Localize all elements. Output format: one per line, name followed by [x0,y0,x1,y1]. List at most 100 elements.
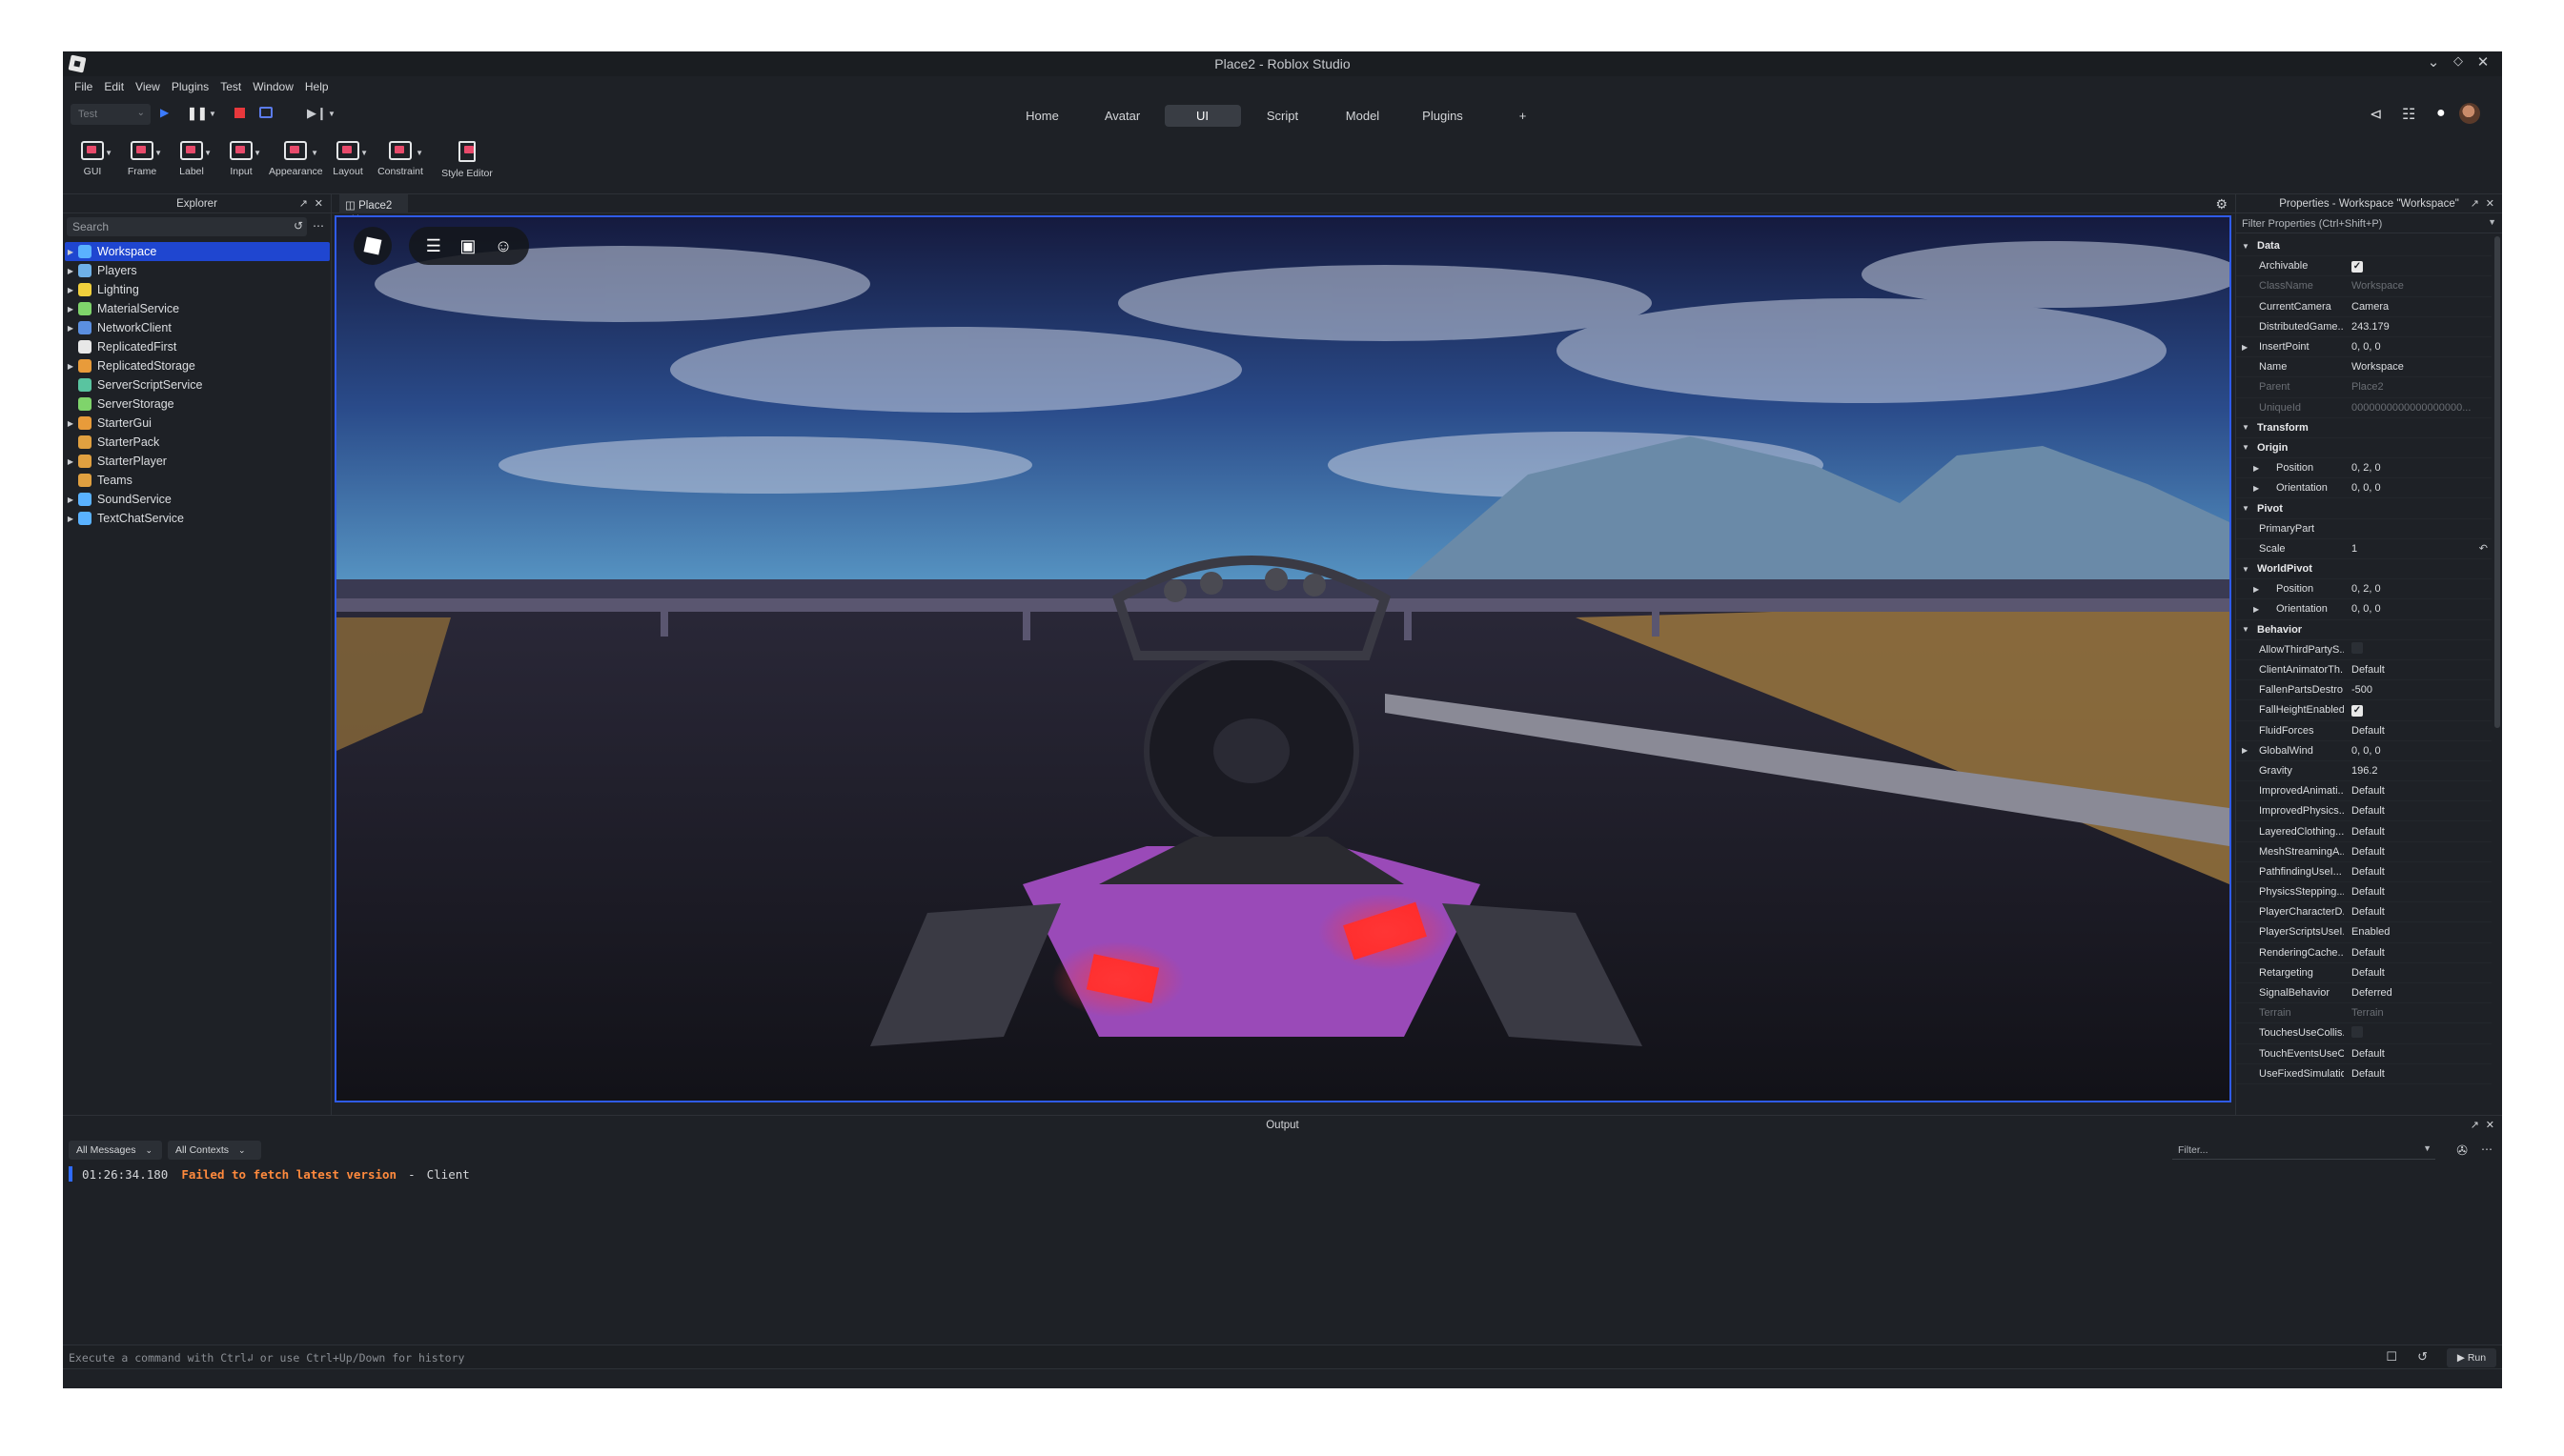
property-value[interactable]: 243.179 [2344,321,2492,333]
explorer-item-starterpack[interactable]: StarterPack [65,433,330,452]
property-value[interactable]: 0, 0, 0 [2344,745,2492,757]
menu-file[interactable]: File [69,80,98,93]
property-value[interactable]: 1 [2344,543,2479,555]
property-row[interactable]: Scale 1 ↶ [2236,539,2492,559]
expand-arrow-icon[interactable]: ▶ [65,515,76,523]
explorer-item-textchatservice[interactable]: ▶ TextChatService [65,509,330,528]
ribbon-frame-button[interactable]: ▼ Frame [118,135,166,177]
expand-arrow-icon[interactable]: ▶ [65,305,76,313]
property-value[interactable]: Default [2344,785,2492,797]
property-row[interactable]: DistributedGame... 243.179 [2236,317,2492,337]
explorer-item-replicatedfirst[interactable]: ReplicatedFirst [65,337,330,356]
share-icon[interactable]: ⊲ [2370,105,2382,124]
property-value[interactable]: Default [2344,664,2492,676]
explorer-item-soundservice[interactable]: ▶ SoundService [65,490,330,509]
property-row[interactable]: MeshStreamingA... Default [2236,842,2492,862]
property-row[interactable]: Terrain Terrain [2236,1003,2492,1024]
property-category-pivot[interactable]: ▼ Pivot [2236,498,2492,519]
explorer-item-materialservice[interactable]: ▶ MaterialService [65,299,330,318]
property-row[interactable]: UniqueId 0000000000000000000... [2236,398,2492,418]
ribbon-layout-button[interactable]: ▼ Layout [324,135,372,177]
property-row[interactable]: UseFixedSimulation Default [2236,1064,2492,1084]
command-bar[interactable]: Execute a command with Ctrl↲ or use Ctrl… [63,1345,2502,1369]
property-row[interactable]: FallHeightEnabled ✓ [2236,700,2492,721]
undock-icon[interactable]: ↗ [2471,197,2479,210]
ribbon-label-button[interactable]: ▼ Label [168,135,215,177]
property-category-origin[interactable]: ▼ Origin [2236,438,2492,459]
close-panel-icon[interactable]: ✕ [2486,197,2494,210]
property-value[interactable]: Default [2344,886,2492,898]
property-value[interactable]: Enabled [2344,926,2492,938]
explorer-item-starterplayer[interactable]: ▶ StarterPlayer [65,452,330,471]
property-category-worldpivot[interactable]: ▼ WorldPivot [2236,559,2492,580]
property-row[interactable]: CurrentCamera Camera [2236,297,2492,317]
property-row[interactable]: PrimaryPart [2236,519,2492,539]
property-row[interactable]: LayeredClothing... Default [2236,821,2492,842]
property-value[interactable]: Default [2344,805,2492,817]
property-row[interactable]: RenderingCache... Default [2236,943,2492,963]
explorer-item-teams[interactable]: Teams [65,471,330,490]
explorer-item-serverscriptservice[interactable]: ServerScriptService [65,375,330,394]
property-row[interactable]: ▶ Position 0, 2, 0 [2236,458,2492,479]
property-value[interactable]: Workspace [2344,361,2492,373]
property-row[interactable]: ClassName Workspace [2236,276,2492,297]
property-value[interactable]: 196.2 [2344,765,2492,777]
checkmark-icon[interactable]: ✓ [2351,260,2363,273]
property-value[interactable]: Workspace [2344,280,2492,292]
contexts-filter-select[interactable]: All Contexts ⌄ [168,1141,261,1160]
ribbon-style-editor-button[interactable]: Style Editor [437,135,498,179]
run-button[interactable]: ▶ Run [2447,1348,2496,1367]
explorer-item-networkclient[interactable]: ▶ NetworkClient [65,318,330,337]
property-row[interactable]: ▶ GlobalWind 0, 0, 0 [2236,741,2492,761]
menu-test[interactable]: Test [214,80,247,93]
property-row[interactable]: PhysicsStepping... Default [2236,882,2492,903]
menu-help[interactable]: Help [299,80,335,93]
property-value[interactable]: Default [2344,866,2492,878]
explorer-item-replicatedstorage[interactable]: ▶ ReplicatedStorage [65,356,330,375]
tab-ui[interactable]: UI [1164,105,1241,127]
menu-edit[interactable]: Edit [98,80,130,93]
explorer-item-workspace[interactable]: ▶ Workspace [65,242,330,261]
game-viewport[interactable]: ☰ ▣ ☺ [335,215,2231,1102]
tab-model[interactable]: Model [1325,105,1401,127]
user-avatar[interactable] [2459,103,2480,124]
property-row[interactable]: Name Workspace [2236,357,2492,378]
collaborate-icon[interactable]: ☷ [2402,105,2415,124]
gear-icon[interactable]: ⚙ [2215,196,2228,212]
property-checkbox[interactable] [2344,642,2492,657]
property-row[interactable]: PlayerCharacterD... Default [2236,902,2492,923]
chat-icon[interactable]: ▣ [459,236,476,256]
property-row[interactable]: FluidForces Default [2236,721,2492,741]
more-options-icon[interactable]: ⋯ [2481,1143,2493,1156]
property-row[interactable]: FallenPartsDestro... -500 [2236,680,2492,701]
properties-scrollbar[interactable] [2494,236,2500,728]
property-row[interactable]: SignalBehavior Deferred [2236,983,2492,1004]
explorer-search-input[interactable]: Search ↺ [67,217,307,236]
expand-arrow-icon[interactable]: ▶ [65,495,76,504]
properties-filter-input[interactable]: Filter Properties (Ctrl+Shift+P) ▼ [2236,214,2502,233]
ribbon-appearance-button[interactable]: ▼ Appearance [269,135,323,177]
property-row[interactable]: Archivable ✓ [2236,256,2492,277]
expand-arrow-icon[interactable]: ▶ [65,457,76,466]
ribbon-constraint-button[interactable]: ▼ Constraint [374,135,427,177]
property-row[interactable]: PlayerScriptsUseI... Enabled [2236,922,2492,943]
headset-icon[interactable]: ☺ [495,236,512,256]
tab-place2[interactable]: ◫ Place2 ✕ [339,194,408,225]
menu-window[interactable]: Window [247,80,299,93]
property-category-transform[interactable]: ▼ Transform [2236,418,2492,438]
property-checkbox[interactable] [2344,1025,2492,1041]
minimize-icon[interactable]: ⌄ [2423,53,2444,71]
property-row[interactable]: ▶ Orientation 0, 0, 0 [2236,478,2492,499]
expand-arrow-icon[interactable]: ▶ [65,267,76,275]
property-row[interactable]: Parent Place2 [2236,377,2492,398]
explorer-item-startergui[interactable]: ▶ StarterGui [65,414,330,433]
menu-plugins[interactable]: Plugins [166,80,214,93]
empty-checkbox-icon[interactable] [2351,1025,2363,1038]
explorer-item-serverstorage[interactable]: ServerStorage [65,394,330,414]
property-value[interactable]: Default [2344,906,2492,918]
property-row[interactable]: ImprovedPhysics... Default [2236,801,2492,822]
close-panel-icon[interactable]: ✕ [2486,1119,2494,1131]
undock-icon[interactable]: ↗ [299,197,308,210]
property-row[interactable]: AllowThirdPartyS... [2236,640,2492,660]
bookmark-icon[interactable]: ☐ [2386,1349,2397,1365]
